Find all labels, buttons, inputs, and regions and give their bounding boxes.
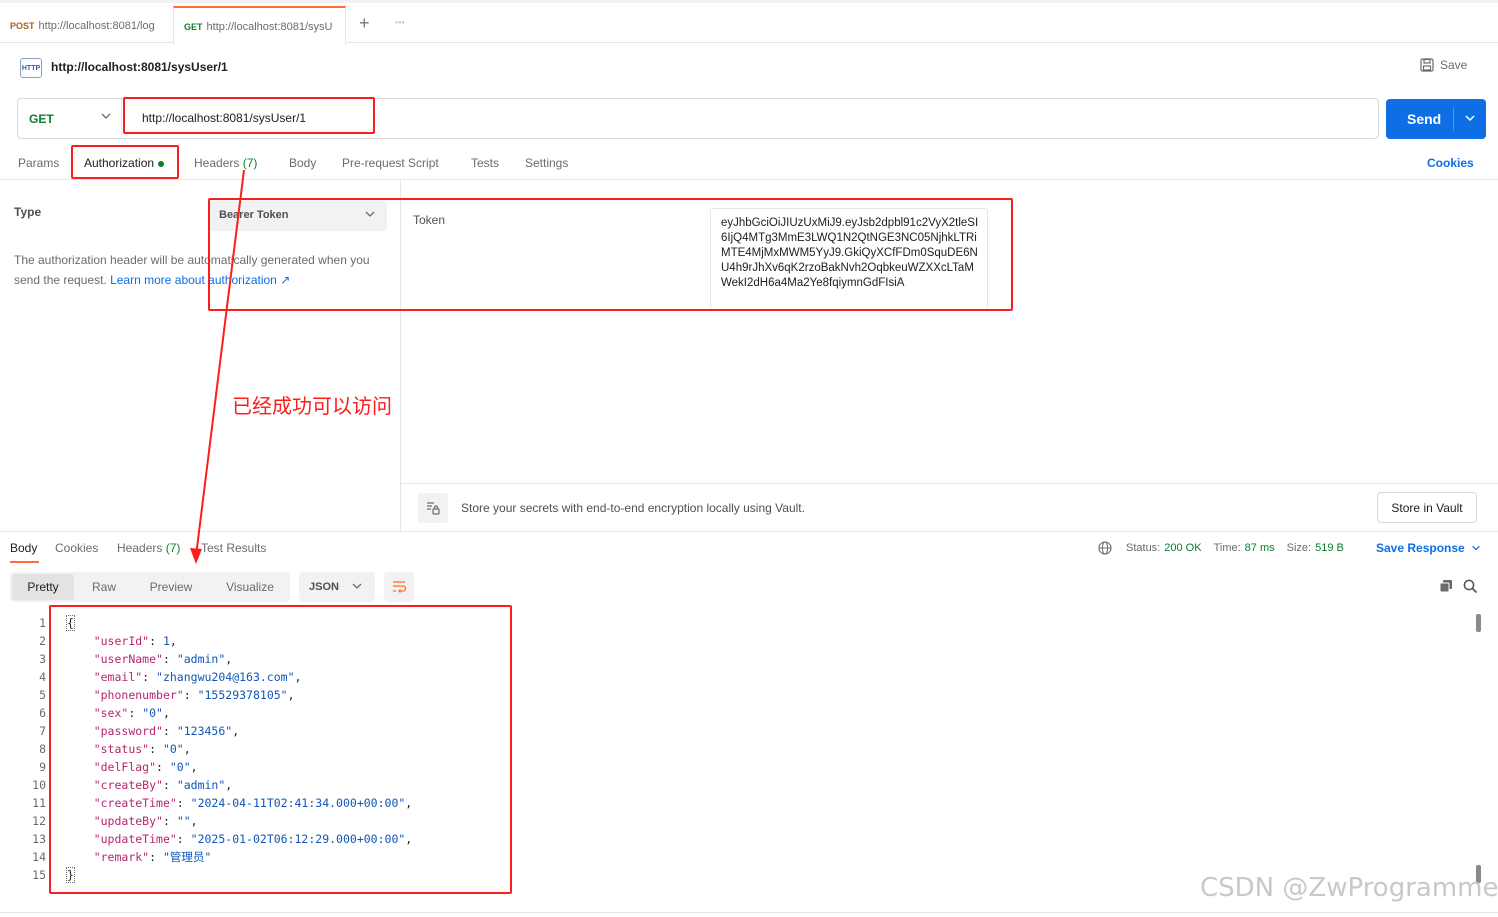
http-request-icon: HTTP xyxy=(20,58,42,78)
line-number: 2 xyxy=(39,634,46,648)
tab-params[interactable]: Params xyxy=(18,156,59,170)
save-button[interactable]: Save xyxy=(1420,58,1467,72)
time-value[interactable]: 87 ms xyxy=(1245,542,1275,554)
annotation-box-auth-tab xyxy=(71,145,179,179)
line-number: 12 xyxy=(32,814,46,828)
format-select[interactable]: JSON xyxy=(299,572,375,602)
size-value[interactable]: 519 B xyxy=(1315,542,1344,554)
annotation-box-response xyxy=(49,605,512,894)
view-visualize[interactable]: Visualize xyxy=(214,572,286,602)
scrollbar-thumb[interactable] xyxy=(1476,614,1481,632)
search-icon[interactable] xyxy=(1463,579,1478,594)
line-number: 1 xyxy=(39,616,46,630)
annotation-caption: 已经成功可以访问 xyxy=(232,394,392,418)
annotation-box-token xyxy=(208,198,1013,311)
tab-method: GET xyxy=(184,21,203,32)
status-label: Status: xyxy=(1126,542,1161,554)
line-number: 4 xyxy=(39,670,46,684)
view-mode-toggle: Pretty Raw Preview Visualize xyxy=(10,572,290,602)
line-number: 7 xyxy=(39,724,46,738)
line-number: 6 xyxy=(39,706,46,720)
wrap-lines-button[interactable] xyxy=(384,572,414,602)
tab-headers[interactable]: Headers (7) xyxy=(194,156,257,170)
line-number: 3 xyxy=(39,652,46,666)
tab-tests[interactable]: Tests xyxy=(471,156,499,170)
line-number: 9 xyxy=(39,760,46,774)
size-label: Size: xyxy=(1286,542,1312,554)
store-in-vault-button[interactable]: Store in Vault xyxy=(1377,492,1477,523)
format-value: JSON xyxy=(309,581,339,593)
tab-body[interactable]: Body xyxy=(289,156,316,170)
send-button[interactable]: Send xyxy=(1386,99,1486,139)
vault-message: Store your secrets with end-to-end encry… xyxy=(461,501,805,515)
divider xyxy=(1453,107,1454,131)
floppy-icon xyxy=(1420,58,1434,72)
tab-label: http://localhost:8081/sysU xyxy=(206,20,333,33)
line-numbers: 1 2 3 4 5 6 7 8 9 10 11 12 13 14 15 xyxy=(14,614,46,884)
save-response-button[interactable]: Save Response xyxy=(1376,541,1481,555)
response-status: Status: 200 OK Time: 87 ms Size: 519 B xyxy=(1098,541,1344,555)
new-tab-button[interactable]: + xyxy=(359,13,370,34)
auth-type-label: Type xyxy=(14,205,42,219)
tab-label: http://localhost:8081/log xyxy=(38,19,155,32)
response-headers-label: Headers xyxy=(117,541,163,555)
request-tab-post-login[interactable]: POST http://localhost:8081/log xyxy=(0,6,173,45)
chevron-down-icon xyxy=(1471,545,1480,551)
headers-count: (7) xyxy=(242,156,258,170)
save-response-label: Save Response xyxy=(1376,541,1465,555)
annotation-box-url xyxy=(123,97,375,134)
active-tab-indicator xyxy=(10,561,39,563)
annotation-arrow-icon xyxy=(190,170,245,564)
status-value[interactable]: 200 OK xyxy=(1164,542,1201,554)
method-select[interactable]: GET xyxy=(29,112,54,126)
response-tab-headers[interactable]: Headers (7) xyxy=(117,541,180,555)
view-pretty[interactable]: Pretty xyxy=(12,574,74,600)
chevron-down-icon[interactable] xyxy=(1464,112,1476,124)
tab-prerequest-script[interactable]: Pre-request Script xyxy=(342,156,439,170)
line-number: 5 xyxy=(39,688,46,702)
save-label: Save xyxy=(1440,58,1468,72)
request-tab-get-sysuser[interactable]: GET http://localhost:8081/sysU xyxy=(173,6,346,45)
response-tab-body[interactable]: Body xyxy=(10,541,37,555)
more-tabs-icon[interactable]: ◦◦◦ xyxy=(395,17,405,27)
copy-icon[interactable] xyxy=(1439,579,1453,593)
time-label: Time: xyxy=(1213,542,1241,554)
wrap-icon xyxy=(393,581,407,593)
divider xyxy=(401,483,1498,484)
line-number: 10 xyxy=(32,778,46,792)
divider xyxy=(0,912,1498,913)
response-tab-cookies[interactable]: Cookies xyxy=(55,541,98,555)
request-title[interactable]: http://localhost:8081/sysUser/1 xyxy=(51,60,228,74)
line-number: 14 xyxy=(32,850,46,864)
send-label: Send xyxy=(1407,111,1442,127)
tab-settings[interactable]: Settings xyxy=(525,156,568,170)
cookies-link[interactable]: Cookies xyxy=(1427,156,1474,170)
view-preview[interactable]: Preview xyxy=(138,572,204,602)
tab-method: POST xyxy=(10,20,35,31)
response-headers-count: (7) xyxy=(165,541,181,555)
line-number: 8 xyxy=(39,742,46,756)
vault-icon xyxy=(418,493,448,523)
divider xyxy=(121,99,122,138)
line-number: 11 xyxy=(32,796,46,810)
tab-bar: POST http://localhost:8081/log GET http:… xyxy=(0,0,1498,45)
watermark: CSDN @ZwProgrammer xyxy=(1200,873,1498,903)
chevron-down-icon[interactable] xyxy=(100,110,112,122)
line-number: 15 xyxy=(32,868,46,882)
tab-headers-label: Headers xyxy=(194,156,240,170)
chevron-down-icon xyxy=(352,583,362,589)
view-raw[interactable]: Raw xyxy=(82,572,126,602)
globe-icon[interactable] xyxy=(1098,541,1112,555)
line-number: 13 xyxy=(32,832,46,846)
